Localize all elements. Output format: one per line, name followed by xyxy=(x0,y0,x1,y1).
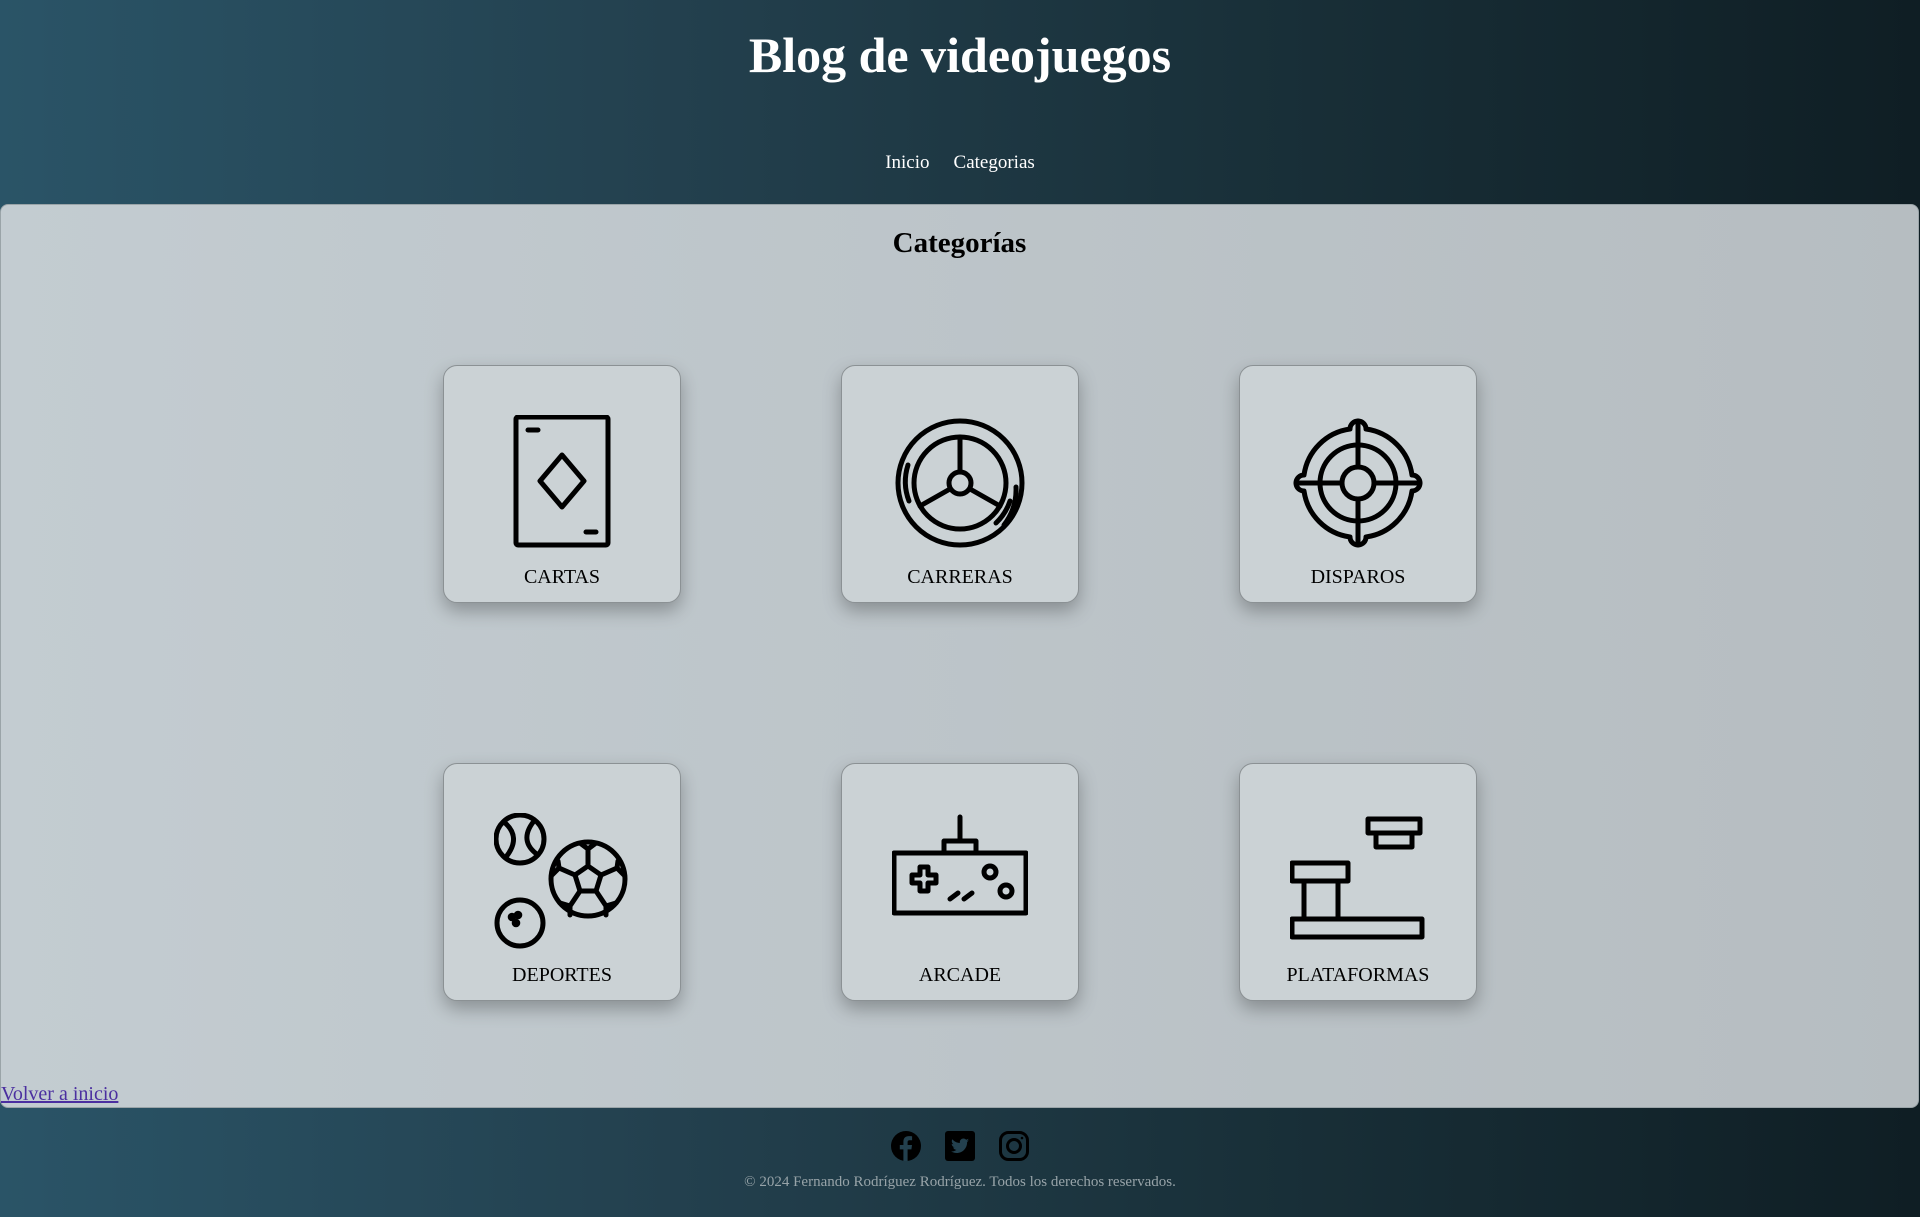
back-to-home-link[interactable]: Volver a inicio xyxy=(1,1083,118,1106)
categories-panel: Categorías CARTAS CARRERAS DISPAROS DEPO… xyxy=(0,204,1919,1108)
site-header: Blog de videojuegos Inicio Categorias xyxy=(0,0,1920,204)
site-title: Blog de videojuegos xyxy=(748,27,1172,83)
platforms-icon xyxy=(1290,813,1426,949)
facebook-icon[interactable] xyxy=(890,1130,922,1162)
gamepad-icon xyxy=(892,813,1028,949)
category-card-deportes[interactable]: DEPORTES xyxy=(443,763,681,1001)
nav-link-inicio[interactable]: Inicio xyxy=(885,152,929,174)
site-footer: © 2024 Fernando Rodríguez Rodríguez. Tod… xyxy=(0,1106,1920,1217)
social-links xyxy=(0,1130,1920,1162)
category-label: DEPORTES xyxy=(512,964,612,986)
category-card-arcade[interactable]: ARCADE xyxy=(841,763,1079,1001)
category-label: ARCADE xyxy=(918,964,1002,986)
page-title: Categorías xyxy=(892,227,1027,259)
category-card-plataformas[interactable]: PLATAFORMAS xyxy=(1239,763,1477,1001)
copyright-text: © 2024 Fernando Rodríguez Rodríguez. Tod… xyxy=(744,1174,1176,1190)
twitter-icon[interactable] xyxy=(944,1130,976,1162)
category-card-disparos[interactable]: DISPAROS xyxy=(1239,365,1477,603)
category-card-cartas[interactable]: CARTAS xyxy=(443,365,681,603)
category-card-carreras[interactable]: CARRERAS xyxy=(841,365,1079,603)
steering-wheel-icon xyxy=(892,415,1028,551)
category-label: PLATAFORMAS xyxy=(1286,964,1430,986)
sports-balls-icon xyxy=(494,813,630,949)
category-label: CARTAS xyxy=(523,566,601,588)
nav-link-categorias[interactable]: Categorias xyxy=(954,152,1035,174)
playing-card-icon xyxy=(494,415,630,551)
category-label: CARRERAS xyxy=(907,566,1013,588)
category-label: DISPAROS xyxy=(1310,566,1406,588)
instagram-icon[interactable] xyxy=(998,1130,1030,1162)
main-nav: Inicio Categorias xyxy=(0,152,1920,174)
crosshair-icon xyxy=(1290,415,1426,551)
